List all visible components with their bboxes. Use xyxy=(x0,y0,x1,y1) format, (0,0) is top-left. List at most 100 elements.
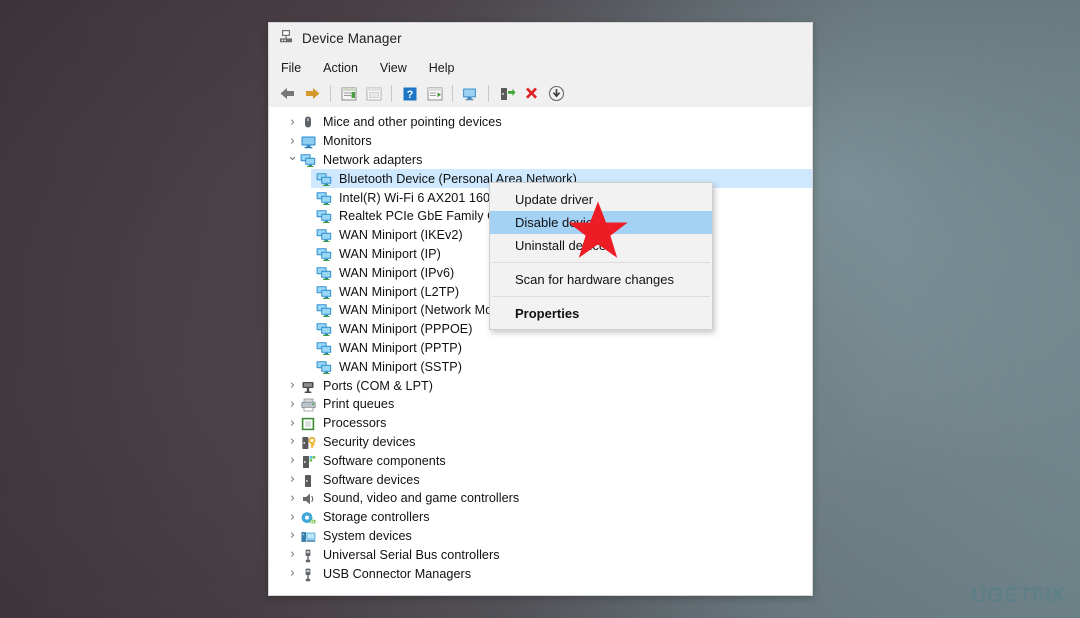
chevron-right-icon[interactable]: › xyxy=(285,454,300,467)
network-adapter-icon xyxy=(316,190,334,206)
usb-icon xyxy=(300,547,318,563)
update-driver-icon[interactable] xyxy=(423,83,446,105)
network-adapter-icon xyxy=(316,171,334,187)
tree-item[interactable]: › Software components xyxy=(269,451,812,470)
chevron-right-icon[interactable]: › xyxy=(285,473,300,486)
chevron-right-icon[interactable]: › xyxy=(285,417,300,430)
tree-item[interactable]: › Security devices xyxy=(269,433,812,452)
back-icon[interactable] xyxy=(276,83,299,105)
tree-item[interactable]: › Universal Serial Bus controllers xyxy=(269,545,812,564)
tree-item[interactable]: ⌄ Network adapters xyxy=(269,150,812,170)
tree-item[interactable]: › Sound, video and game controllers xyxy=(269,489,812,508)
tree-item[interactable]: WAN Miniport (PPTP) xyxy=(269,339,812,358)
tree-item-label: Network adapters xyxy=(323,152,423,167)
tree-item[interactable]: › Print queues xyxy=(269,395,812,414)
tree-item[interactable]: › Storage controllers xyxy=(269,508,812,527)
tree-item[interactable]: › Monitors xyxy=(269,132,812,151)
chevron-right-icon[interactable]: › xyxy=(285,511,300,524)
tree-item[interactable]: › Software devices xyxy=(269,470,812,489)
context-menu-separator xyxy=(492,262,710,263)
port-icon xyxy=(300,378,318,394)
chevron-right-icon[interactable]: › xyxy=(285,492,300,505)
watermark-text-mid: E xyxy=(1004,584,1018,607)
tree-item[interactable]: › System devices xyxy=(269,527,812,546)
tree-item-label: Processors xyxy=(323,416,387,431)
tree-item-label: Software components xyxy=(323,453,446,468)
tree-item[interactable]: › Ports (COM & LPT) xyxy=(269,376,812,395)
watermark-text-after: TFIX xyxy=(1018,584,1066,607)
tree-item-label: Security devices xyxy=(323,434,416,449)
menu-bar: File Action View Help xyxy=(269,55,812,80)
security-device-icon xyxy=(300,434,318,450)
tree-item[interactable]: › Processors xyxy=(269,414,812,433)
network-adapter-icon xyxy=(300,152,318,168)
context-menu-item-label: Scan for hardware changes xyxy=(515,272,674,287)
help-icon[interactable]: ? xyxy=(398,83,421,105)
enable-device-icon[interactable] xyxy=(495,83,518,105)
forward-icon[interactable] xyxy=(301,83,324,105)
software-component-icon xyxy=(300,453,318,469)
tree-item-label: Universal Serial Bus controllers xyxy=(323,547,500,562)
chevron-down-icon[interactable]: ⌄ xyxy=(285,150,300,163)
menu-view[interactable]: View xyxy=(380,59,418,77)
tree-item-label: USB Connector Managers xyxy=(323,566,472,581)
tree-item-label: WAN Miniport (L2TP) xyxy=(339,284,460,299)
tree-item-label: Software devices xyxy=(323,472,420,487)
uninstall-device-icon[interactable] xyxy=(520,83,543,105)
disable-device-icon[interactable] xyxy=(545,83,568,105)
network-adapter-icon xyxy=(316,284,334,300)
tree-item-label: System devices xyxy=(323,528,412,543)
show-hidden-devices-icon[interactable] xyxy=(362,83,385,105)
chevron-right-icon[interactable]: › xyxy=(285,379,300,392)
network-adapter-icon xyxy=(316,340,334,356)
tree-item-label: Ports (COM & LPT) xyxy=(323,378,434,393)
chevron-right-icon[interactable]: › xyxy=(285,135,300,148)
chevron-right-icon[interactable]: › xyxy=(285,548,300,561)
title-bar: Device Manager xyxy=(269,23,812,55)
chevron-right-icon[interactable]: › xyxy=(285,116,300,129)
tree-item-label: Sound, video and game controllers xyxy=(323,491,520,506)
tree-item-label: WAN Miniport (PPPOE) xyxy=(339,322,473,337)
properties-icon[interactable] xyxy=(337,83,360,105)
network-adapter-icon xyxy=(316,246,334,262)
network-adapter-icon xyxy=(316,321,334,337)
scan-for-hardware-changes-icon[interactable] xyxy=(459,83,482,105)
chevron-right-icon[interactable]: › xyxy=(285,435,300,448)
tree-item-label: Monitors xyxy=(323,134,372,149)
tree-item-label: Storage controllers xyxy=(323,510,430,525)
device-tree[interactable]: › Mice and other pointing devices › Monitor… xyxy=(269,107,812,595)
tree-item[interactable]: › USB Connector Managers xyxy=(269,564,812,583)
chevron-right-icon[interactable]: › xyxy=(285,398,300,411)
processor-icon xyxy=(300,415,318,431)
software-device-icon xyxy=(300,472,318,488)
context-menu-item[interactable]: Scan for hardware changes xyxy=(490,268,712,291)
menu-help[interactable]: Help xyxy=(429,59,466,77)
toolbar-separator xyxy=(452,85,453,102)
toolbar: ? xyxy=(269,80,812,108)
tree-item[interactable]: WAN Miniport (SSTP) xyxy=(269,357,812,376)
menu-action[interactable]: Action xyxy=(323,59,369,77)
usb-icon xyxy=(300,566,318,582)
tree-item-label: WAN Miniport (IP) xyxy=(339,246,441,261)
printer-icon xyxy=(300,396,318,412)
network-adapter-icon xyxy=(316,227,334,243)
watermark-text-before: UG xyxy=(971,584,1004,607)
network-adapter-icon xyxy=(316,302,334,318)
tree-item-label: WAN Miniport (IPv6) xyxy=(339,265,455,280)
chevron-right-icon[interactable]: › xyxy=(285,529,300,542)
toolbar-separator xyxy=(488,85,489,102)
tree-item-label: Print queues xyxy=(323,397,395,412)
monitor-icon xyxy=(300,133,318,149)
mouse-icon xyxy=(300,114,318,130)
context-menu-item[interactable]: Properties xyxy=(490,302,712,325)
desktop-background: Device Manager File Action View Help ? ›… xyxy=(0,0,1080,618)
toolbar-separator xyxy=(391,85,392,102)
chevron-right-icon[interactable]: › xyxy=(285,567,300,580)
menu-file[interactable]: File xyxy=(281,59,312,77)
context-menu-separator xyxy=(492,296,710,297)
tree-item-label: WAN Miniport (SSTP) xyxy=(339,359,462,374)
toolbar-separator xyxy=(330,85,331,102)
system-device-icon xyxy=(300,528,318,544)
tree-item[interactable]: › Mice and other pointing devices xyxy=(269,113,812,132)
tree-item-label: Mice and other pointing devices xyxy=(323,115,502,130)
